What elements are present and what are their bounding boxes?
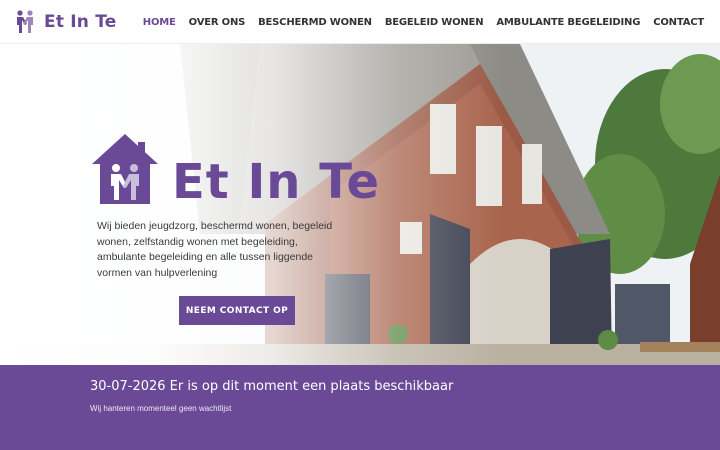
main-nav: HOME OVER ONS BESCHERMD WONEN BEGELEID W… xyxy=(143,0,704,44)
site-header: Et In Te HOME OVER ONS BESCHERMD WONEN B… xyxy=(0,0,720,44)
house-logo-icon xyxy=(92,134,158,204)
nav-beschermd-wonen[interactable]: BESCHERMD WONEN xyxy=(258,17,372,28)
header-logo[interactable]: Et In Te xyxy=(14,9,116,35)
nav-begeleid-wonen[interactable]: BEGELEID WONEN xyxy=(385,17,484,28)
nav-over-ons[interactable]: OVER ONS xyxy=(189,17,246,28)
logo-text: Et In Te xyxy=(44,12,117,32)
announcement-title: 30-07-2026 Er is op dit moment een plaat… xyxy=(90,379,454,394)
nav-ambulante-begeleiding[interactable]: AMBULANTE BEGELEIDING xyxy=(496,17,640,28)
announcement-band: 30-07-2026 Er is op dit moment een plaat… xyxy=(0,365,720,450)
nav-contact[interactable]: CONTACT xyxy=(653,17,704,28)
contact-button[interactable]: NEEM CONTACT OP xyxy=(179,296,295,325)
hero-logo-text: Et In Te xyxy=(172,154,381,210)
hero-section: Et In Te Wij bieden jeugdzorg, beschermd… xyxy=(0,44,720,365)
logo-icon xyxy=(17,10,33,33)
announcement-subtitle: Wij hanteren momenteel geen wachtlijst xyxy=(90,404,232,413)
nav-home[interactable]: HOME xyxy=(143,17,176,28)
hero-description: Wij bieden jeugdzorg, beschermd wonen, b… xyxy=(97,220,333,279)
hero-logo: Et In Te xyxy=(92,134,381,210)
